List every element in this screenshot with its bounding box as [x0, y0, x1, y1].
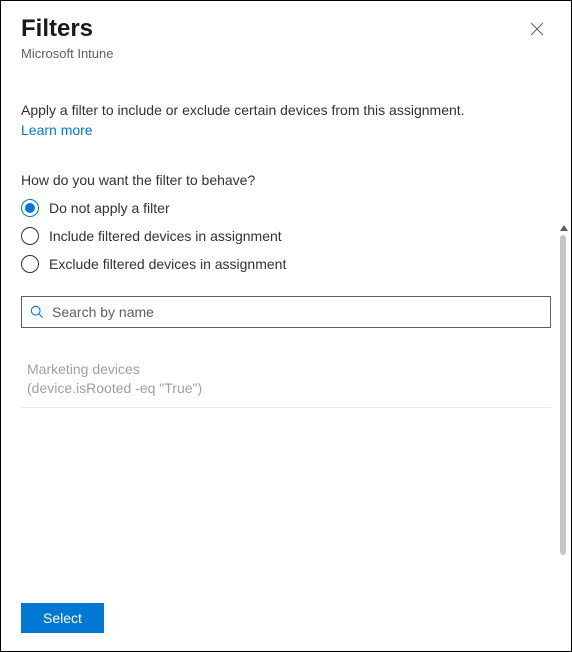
- header-text: Filters Microsoft Intune: [21, 15, 114, 61]
- search-field[interactable]: [21, 296, 551, 328]
- panel-footer: Select: [1, 589, 571, 651]
- close-button[interactable]: [523, 15, 551, 43]
- behavior-radio-group: Do not apply a filter Include filtered d…: [21, 194, 551, 278]
- select-button[interactable]: Select: [21, 603, 104, 633]
- radio-include[interactable]: Include filtered devices in assignment: [21, 222, 551, 250]
- panel-body: Apply a filter to include or exclude cer…: [1, 67, 571, 589]
- filter-name: Marketing devices: [27, 360, 545, 378]
- scrollbar-thumb[interactable]: [560, 235, 566, 555]
- scrollbar[interactable]: [559, 235, 567, 565]
- search-input[interactable]: [52, 304, 542, 320]
- list-item[interactable]: Marketing devices (device.isRooted -eq "…: [21, 356, 551, 407]
- radio-label: Exclude filtered devices in assignment: [49, 256, 286, 272]
- filter-rule: (device.isRooted -eq "True"): [27, 379, 545, 397]
- learn-more-link[interactable]: Learn more: [21, 122, 93, 138]
- radio-exclude[interactable]: Exclude filtered devices in assignment: [21, 250, 551, 278]
- radio-icon: [21, 255, 39, 273]
- radio-label: Include filtered devices in assignment: [49, 228, 282, 244]
- intro-text: Apply a filter to include or exclude cer…: [21, 101, 551, 121]
- scroll-arrow-up-icon[interactable]: [560, 225, 568, 231]
- radio-icon: [21, 199, 39, 217]
- radio-label: Do not apply a filter: [49, 200, 170, 216]
- radio-do-not-apply[interactable]: Do not apply a filter: [21, 194, 551, 222]
- filters-list: Marketing devices (device.isRooted -eq "…: [21, 356, 551, 407]
- filters-panel: Filters Microsoft Intune Apply a filter …: [1, 1, 571, 651]
- panel-subtitle: Microsoft Intune: [21, 46, 114, 61]
- search-icon: [30, 305, 44, 319]
- panel-title: Filters: [21, 15, 114, 44]
- close-icon: [530, 22, 544, 36]
- panel-header: Filters Microsoft Intune: [1, 1, 571, 67]
- behavior-question: How do you want the filter to behave?: [21, 172, 551, 188]
- radio-icon: [21, 227, 39, 245]
